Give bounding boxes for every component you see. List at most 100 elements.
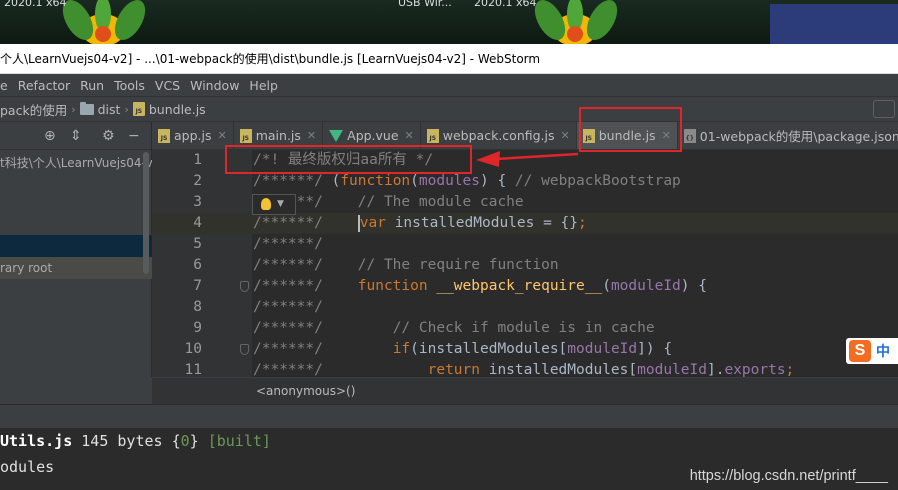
desktop-window-thumbnail [770,4,898,44]
code-text: /******/ if(installedModules[moduleId]) … [253,339,672,360]
code-token: /******/ [253,320,393,336]
desktop-label[interactable]: USB Wir... [398,0,452,9]
code-token: __webpack_require__ [436,278,603,294]
tab-package-json[interactable]: {} 01-webpack的使用\package.json [678,122,898,149]
close-icon[interactable]: ✕ [218,129,227,142]
code-text: /******/ [253,297,323,318]
line-number: 10 [184,341,202,357]
close-icon[interactable]: ✕ [561,129,570,142]
menu-vcs[interactable]: VCS [155,78,180,93]
breadcrumb-item[interactable]: JS bundle.js [132,102,206,117]
fold-marker-icon[interactable] [240,344,249,355]
code-token: installedModules[ [488,362,638,377]
code-token: ; [578,215,587,231]
tab-label: main.js [255,128,301,143]
console-line: Utils.js 145 bytes {0} [built] [0,432,271,450]
intention-bulb-button[interactable]: ▼ [252,194,296,215]
menu-tools[interactable]: Tools [114,78,145,93]
menu-bar: e Refactor Run Tools VCS Window Help [0,74,898,96]
tab-app-js[interactable]: JS app.js ✕ [152,122,234,149]
console-built-flag: [built] [207,432,271,450]
console-file-name: Utils.js [0,432,73,450]
line-number: 11 [184,362,202,377]
tab-label: app.js [174,128,212,143]
code-token: // Check if module is in cache [392,320,655,336]
close-icon[interactable]: ✕ [405,129,414,142]
line-number: 4 [193,215,202,231]
code-line[interactable]: 4 /******/ var installedModules = {}; [152,213,898,234]
code-token: ) { [480,173,515,189]
desktop-label[interactable]: 2020.1 x64 [4,0,67,9]
code-line[interactable]: 10 /******/ if(installedModules[moduleId]… [152,339,898,360]
gear-icon[interactable]: ⚙ [102,128,115,144]
tool-window-divider[interactable] [0,404,898,428]
code-token: /******/ [253,341,393,357]
ime-mode-indicator[interactable]: 中 [876,341,890,361]
menu-help[interactable]: Help [249,78,278,93]
line-number: 8 [193,299,202,315]
code-line[interactable]: 5 /******/ [152,234,898,255]
code-token: ( [602,278,611,294]
ime-toolbar[interactable]: S 中 [846,338,898,364]
desktop-background: 2020.1 x64 USB Wir... 2020.1 x64 [0,0,898,44]
target-icon[interactable]: ⊕ [44,128,56,144]
hide-icon[interactable]: − [128,128,140,144]
tab-label: webpack.config.js [442,128,555,143]
project-tree-selected-row[interactable] [0,235,152,257]
code-line[interactable]: 9 /******/ // Check if module is in cache [152,318,898,339]
code-token: /******/ [253,257,358,273]
terminal-output[interactable]: Utils.js 145 bytes {0} [built] odules ht… [0,428,898,490]
js-file-icon: JS [132,102,145,116]
code-token: ; [785,362,795,377]
tab-label: App.vue [347,128,399,143]
project-scrollbar[interactable] [143,152,149,274]
line-number: 9 [193,320,202,336]
watermark-url: https://blog.csdn.net/printf____ [689,468,888,484]
annotation-box-comment [225,145,472,174]
console-brace: } [189,432,199,450]
code-token: exports [724,362,786,377]
close-icon[interactable]: ✕ [307,129,316,142]
flower-wallpaper-icon [534,0,618,44]
code-token: moduleId [567,341,638,357]
js-file-icon: JS [239,128,252,143]
code-token: // The module cache [357,194,524,210]
breadcrumb-label: pack的使用 [0,102,68,118]
navbar-action-button[interactable] [873,100,895,118]
vue-file-icon [329,129,344,142]
menu-refactor[interactable]: Refactor [18,78,70,93]
project-toolbar: ⊕ ⇕ ⚙ − [0,122,151,150]
project-panel-footer [0,377,152,404]
code-token: /******/ [253,278,358,294]
code-editor[interactable]: 1/*! 最终版权归aa所有 */2/******/ (function(mod… [152,150,898,377]
code-token: ( [410,173,419,189]
code-line[interactable]: 8 /******/ [152,297,898,318]
code-text: /******/ function __webpack_require__(mo… [253,276,707,297]
fold-marker-icon[interactable] [240,281,249,292]
breadcrumb-item[interactable]: pack的使用 [0,100,67,119]
code-token: /******/ [253,299,323,315]
collapse-icon[interactable]: ⇕ [70,128,82,144]
menu-window[interactable]: Window [190,78,239,93]
code-text: /******/ (function(modules) { // webpack… [253,171,681,192]
breadcrumb-label: dist [97,101,121,117]
code-token: ]. [706,362,725,377]
code-line[interactable]: 2/******/ (function(modules) { // webpac… [152,171,898,192]
code-text: /******/ var installedModules = {}; [253,213,587,234]
code-token: installedModules = {} [394,215,579,231]
breadcrumb-item[interactable]: dist [79,101,121,117]
code-token: moduleId [637,362,707,377]
code-line[interactable]: 7 /******/ function __webpack_require__(m… [152,276,898,297]
library-root-row[interactable]: rary root [0,257,152,279]
project-root-path[interactable]: t科技\个人\LearnVuejs04-v [0,154,153,171]
code-line[interactable]: 6 /******/ // The require function [152,255,898,276]
breadcrumb: pack的使用 › dist › JS bundle.js [0,96,898,122]
menu-edit[interactable]: e [0,78,8,93]
line-number: 7 [193,278,202,294]
code-token: function [357,278,437,294]
code-line[interactable]: 11 /******/ return installedModules[modul… [152,360,898,377]
editor-breadcrumb-status[interactable]: <anonymous>() [152,377,898,404]
json-file-icon: {} [683,128,696,143]
menu-run[interactable]: Run [80,78,104,93]
desktop-label[interactable]: 2020.1 x64 [474,0,537,9]
